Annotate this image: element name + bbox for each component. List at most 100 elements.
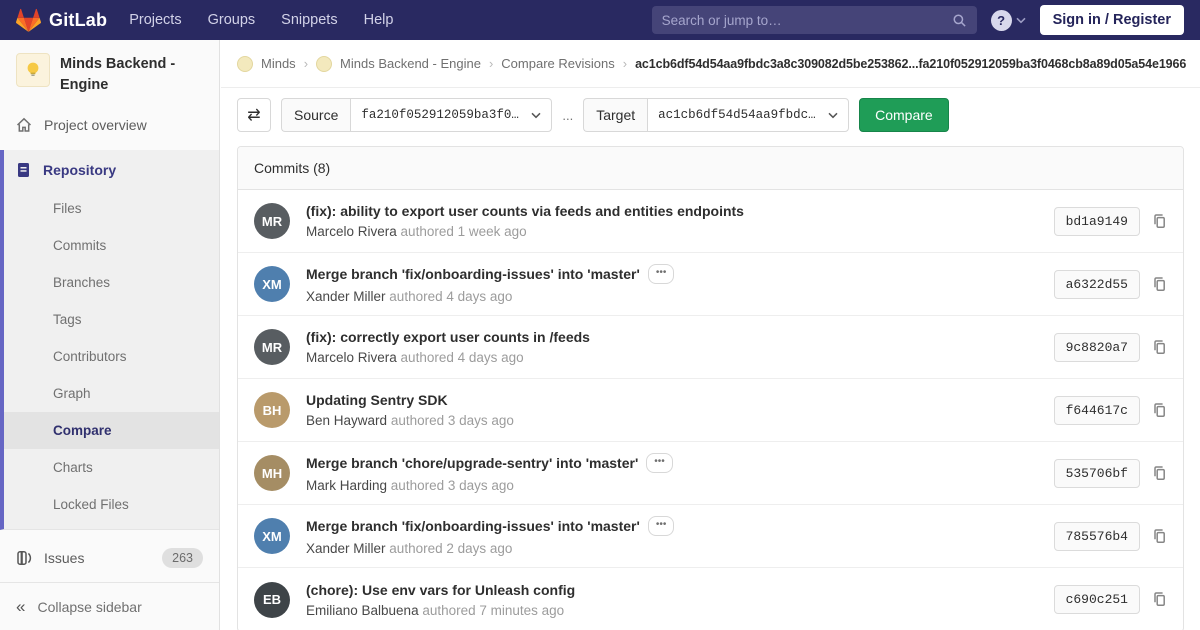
source-ref-dropdown[interactable]: fa210f052912059ba3f0… <box>350 98 553 132</box>
commit-author-link[interactable]: Emiliano Balbuena <box>306 603 419 618</box>
avatar[interactable]: BH <box>254 392 290 428</box>
nav-item-snippets[interactable]: Snippets <box>281 12 337 28</box>
document-icon <box>18 163 29 178</box>
copy-sha-button[interactable] <box>1151 276 1167 293</box>
top-navbar: GitLab Projects Groups Snippets Help ? S… <box>0 0 1200 40</box>
main-content: Minds › Minds Backend - Engine › Compare… <box>221 40 1200 630</box>
copy-sha-button[interactable] <box>1151 591 1167 608</box>
sidebar-item-compare[interactable]: Compare <box>4 412 219 450</box>
breadcrumb-compare-revisions-link[interactable]: Compare Revisions <box>501 56 614 71</box>
commit-author-link[interactable]: Marcelo Rivera <box>306 350 397 365</box>
copy-sha-button[interactable] <box>1151 528 1167 545</box>
nav-item-help[interactable]: Help <box>364 12 394 28</box>
commit-time: authored 4 days ago <box>400 350 524 365</box>
toggle-commit-description-button[interactable]: ••• <box>647 516 675 536</box>
gitlab-wordmark: GitLab <box>49 9 108 30</box>
sidebar-item-project-overview[interactable]: Project overview <box>0 106 219 144</box>
commit-row: MR (fix): correctly export user counts i… <box>238 316 1183 379</box>
project-context-header[interactable]: Minds Backend - Engine <box>0 40 219 106</box>
collapse-sidebar-label: Collapse sidebar <box>37 598 142 615</box>
target-ref-dropdown[interactable]: ac1cb6df54d54aa9fbdc… <box>647 98 850 132</box>
commit-row: MR (fix): ability to export user counts … <box>238 190 1183 253</box>
breadcrumb-project-link[interactable]: Minds Backend - Engine <box>340 56 481 71</box>
commit-sha-link[interactable]: 9c8820a7 <box>1053 332 1140 362</box>
source-input-group: Source fa210f052912059ba3f0… <box>281 98 553 132</box>
commit-title-link[interactable]: Merge branch 'fix/onboarding-issues' int… <box>306 518 640 534</box>
copy-icon <box>1154 402 1165 417</box>
home-icon <box>16 117 32 132</box>
commit-sha-link[interactable]: 535706bf <box>1053 458 1140 488</box>
sidebar-item-tags[interactable]: Tags <box>4 301 219 338</box>
commit-author-link[interactable]: Xander Miller <box>306 289 386 304</box>
avatar[interactable]: EB <box>254 581 290 618</box>
breadcrumb-group-link[interactable]: Minds <box>261 56 296 71</box>
commit-time: authored 1 week ago <box>400 224 527 239</box>
nav-item-projects[interactable]: Projects <box>129 12 181 28</box>
toggle-commit-description-button[interactable]: ••• <box>646 453 673 473</box>
sidebar-item-issues[interactable]: Issues 263 <box>0 538 219 578</box>
sidebar-project-title: Minds Backend - Engine <box>60 56 176 94</box>
commit-meta: Xander Miller authored 2 days ago <box>306 541 1038 556</box>
commit-row: MH Merge branch 'chore/upgrade-sentry' i… <box>238 442 1183 505</box>
sidebar-item-files[interactable]: Files <box>4 190 219 227</box>
commit-title-link[interactable]: (chore): Use env vars for Unleash config <box>306 582 575 598</box>
sidebar-item-repository[interactable]: Repository <box>4 150 219 190</box>
commit-author-link[interactable]: Ben Hayward <box>306 413 387 428</box>
commit-row: EB (chore): Use env vars for Unleash con… <box>238 568 1183 630</box>
commit-title-link[interactable]: Merge branch 'fix/onboarding-issues' int… <box>306 266 640 282</box>
commit-meta: Mark Harding authored 3 days ago <box>306 478 1038 493</box>
commit-sha-link[interactable]: a6322d55 <box>1053 269 1140 299</box>
copy-sha-button[interactable] <box>1151 402 1167 419</box>
commit-title-link[interactable]: Updating Sentry SDK <box>306 392 448 408</box>
source-ref-value: fa210f052912059ba3f0… <box>361 108 519 122</box>
commit-author-link[interactable]: Marcelo Rivera <box>306 224 397 239</box>
commit-author-link[interactable]: Xander Miller <box>306 541 386 556</box>
avatar[interactable]: MH <box>254 455 290 491</box>
copy-sha-button[interactable] <box>1151 213 1167 230</box>
commit-author-link[interactable]: Mark Harding <box>306 478 387 493</box>
global-search[interactable] <box>651 6 977 34</box>
swap-revisions-button[interactable]: ⇄ <box>237 98 271 132</box>
copy-sha-button[interactable] <box>1151 339 1167 356</box>
commit-sha-link[interactable]: f644617c <box>1053 395 1140 425</box>
copy-icon <box>1154 213 1165 228</box>
sidebar-item-locked-files[interactable]: Locked Files <box>4 486 219 523</box>
sidebar-item-contributors[interactable]: Contributors <box>4 338 219 375</box>
chevron-down-icon <box>531 112 541 118</box>
commit-row: XM Merge branch 'fix/onboarding-issues' … <box>238 505 1183 568</box>
commit-title-link[interactable]: (fix): correctly export user counts in /… <box>306 329 590 345</box>
commit-time: authored 2 days ago <box>389 541 513 556</box>
gitlab-logo[interactable]: GitLab <box>16 8 107 33</box>
sidebar-item-branches[interactable]: Branches <box>4 264 219 301</box>
avatar[interactable]: MR <box>254 329 290 365</box>
avatar[interactable]: MR <box>254 203 290 239</box>
help-dropdown[interactable]: ? <box>990 9 1026 31</box>
commit-meta: Emiliano Balbuena authored 7 minutes ago <box>306 603 1038 618</box>
search-input[interactable] <box>661 12 952 28</box>
avatar[interactable]: XM <box>254 518 290 554</box>
nav-item-groups[interactable]: Groups <box>208 12 256 28</box>
commit-meta: Ben Hayward authored 3 days ago <box>306 413 1038 428</box>
sidebar-item-commits[interactable]: Commits <box>4 227 219 264</box>
sidebar-item-charts[interactable]: Charts <box>4 449 219 486</box>
compare-button[interactable]: Compare <box>859 98 949 132</box>
avatar[interactable]: XM <box>254 266 290 302</box>
copy-icon <box>1154 276 1165 291</box>
breadcrumb-separator: › <box>622 56 628 71</box>
issues-count-badge: 263 <box>162 548 203 569</box>
commit-sha-link[interactable]: c690c251 <box>1053 585 1140 614</box>
commit-meta: Marcelo Rivera authored 4 days ago <box>306 350 1038 365</box>
lightbulb-icon <box>27 62 39 76</box>
copy-sha-button[interactable] <box>1151 465 1167 482</box>
commits-panel: Commits (8) MR (fix): ability to export … <box>237 146 1184 630</box>
toggle-commit-description-button[interactable]: ••• <box>647 264 675 284</box>
commit-title-link[interactable]: (fix): ability to export user counts via… <box>306 203 744 219</box>
commit-title-link[interactable]: Merge branch 'chore/upgrade-sentry' into… <box>306 455 638 471</box>
sidebar-item-graph[interactable]: Graph <box>4 375 219 412</box>
commit-sha-link[interactable]: bd1a9149 <box>1053 206 1140 236</box>
project-avatar <box>16 53 50 87</box>
commit-sha-link[interactable]: 785576b4 <box>1053 521 1140 551</box>
copy-icon <box>1154 339 1165 354</box>
sign-in-register-button[interactable]: Sign in / Register <box>1039 5 1184 35</box>
collapse-sidebar-button[interactable]: « Collapse sidebar <box>0 582 219 630</box>
